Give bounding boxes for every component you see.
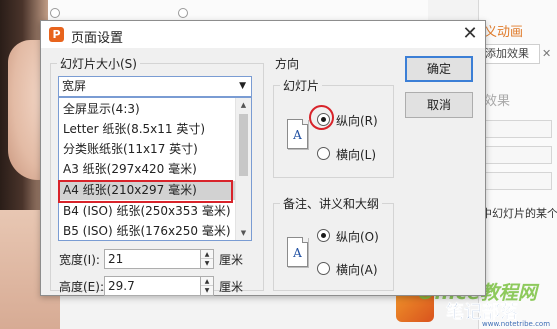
animation-panel-title: 义动画 [484,25,524,40]
chevron-down-icon[interactable]: ▼ [239,77,246,96]
notes-portrait-label: 纵向(O) [336,230,379,244]
width-unit: 厘米 [219,253,244,267]
effect-option-field[interactable] [482,146,552,164]
dialog-title: 页面设置 [71,31,124,46]
watermark-url-text: www.notetribe.com [482,320,551,328]
increment-icon[interactable]: ▲ [201,250,213,259]
dropdown-option[interactable]: A3 纸张(297x420 毫米) [59,160,235,179]
cancel-button[interactable]: 取消 [405,92,473,118]
dropdown-option-a4-selected[interactable]: A4 纸张(210x297 毫米) [59,181,235,200]
height-input[interactable]: 29.7 [104,276,201,296]
dropdown-scrollbar[interactable]: ▲ ▼ [235,98,251,240]
radio-checked-icon[interactable] [317,229,330,242]
slide-size-label: 幻灯片大小(S) [57,55,140,72]
add-effect-button[interactable]: 添加效果 [482,44,540,64]
close-button[interactable]: ✕ [459,23,481,45]
decrement-icon[interactable]: ▼ [201,286,213,295]
slide-orientation-label: 幻灯片 [280,77,323,94]
radio-unchecked-icon[interactable] [317,147,330,160]
page-letter: A [293,128,302,142]
ok-button[interactable]: 确定 [405,56,473,82]
slide-landscape-label: 横向(L) [336,148,377,162]
orientation-label: 方向 [275,57,300,71]
scroll-down-icon[interactable]: ▼ [236,226,251,240]
dropdown-option[interactable]: B4 (ISO) 纸张(250x353 毫米) [59,202,235,221]
page-letter: A [293,246,302,260]
width-label: 宽度(I): [59,253,100,267]
resize-handle-icon[interactable] [50,8,60,18]
width-stepper[interactable]: ▲ ▼ [201,249,214,269]
remove-effect-icon[interactable]: ✕ [542,44,556,64]
slide-size-selected-value: 宽屏 [62,79,87,93]
dropdown-option[interactable]: Letter 纸张(8.5x11 英寸) [59,120,235,139]
increment-icon[interactable]: ▲ [201,277,213,286]
effect-option-field[interactable] [482,120,552,138]
app-logo-icon: P [49,27,64,42]
dialog-titlebar[interactable]: P 页面设置 ✕ [41,21,485,48]
dropdown-option[interactable]: 全屏显示(4:3) [59,100,235,119]
dropdown-option[interactable]: 分类账纸张(11x17 英寸) [59,140,235,159]
width-input[interactable]: 21 [104,249,201,269]
portrait-page-icon: A [287,237,308,267]
scrollbar-thumb[interactable] [239,114,248,176]
height-stepper[interactable]: ▲ ▼ [201,276,214,296]
decrement-icon[interactable]: ▼ [201,259,213,268]
page-setup-dialog: P 页面设置 ✕ 幻灯片大小(S) 宽屏 ▼ 全屏显示(4:3) Letter … [40,20,486,296]
height-unit: 厘米 [219,280,244,294]
notes-orientation-label: 备注、讲义和大纲 [280,195,383,212]
radio-checked-icon[interactable] [317,113,330,126]
scroll-up-icon[interactable]: ▲ [236,98,251,112]
effect-option-field[interactable] [482,172,552,190]
slide-size-select[interactable]: 宽屏 ▼ [58,76,252,97]
portrait-page-icon: A [287,119,308,149]
notes-landscape-label: 横向(A) [336,263,378,277]
radio-unchecked-icon[interactable] [317,262,330,275]
dropdown-option[interactable]: B5 (ISO) 纸张(176x250 毫米) [59,222,235,240]
height-label: 高度(E): [59,280,104,294]
animation-hint-text: 中幻灯片的某个 [481,207,557,220]
background-slide-strip [48,0,428,22]
effect-label: 效果 [484,94,511,109]
resize-handle-icon[interactable] [178,8,188,18]
slide-size-dropdown-list[interactable]: 全屏显示(4:3) Letter 纸张(8.5x11 英寸) 分类账纸张(11x… [58,97,252,241]
slide-portrait-label: 纵向(R) [336,114,378,128]
